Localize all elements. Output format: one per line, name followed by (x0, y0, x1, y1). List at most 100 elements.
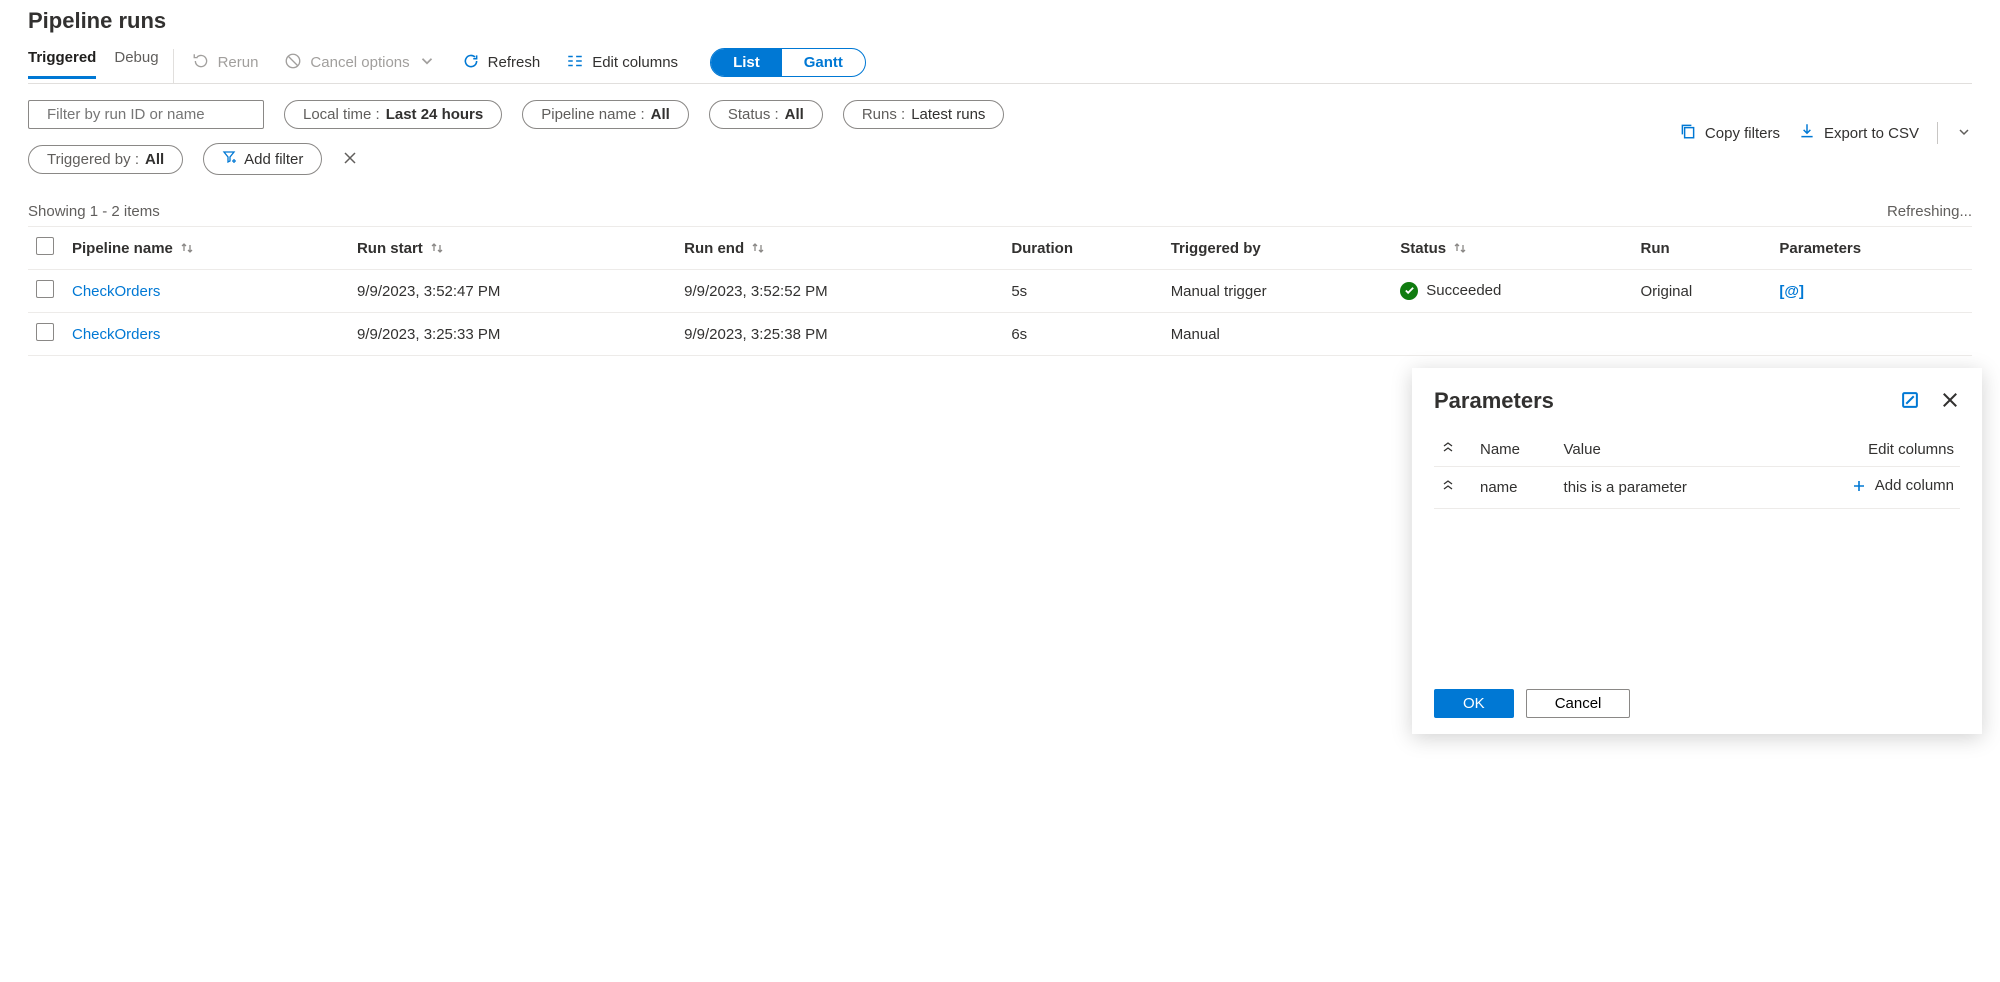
cell-triggeredby: Manual trigger (1163, 270, 1393, 313)
export-label: Export to CSV (1824, 125, 1919, 142)
filter-triggered-by[interactable]: Triggered by : All (28, 145, 183, 174)
pipeline-link[interactable]: CheckOrders (72, 326, 160, 343)
edit-columns-button[interactable]: Edit columns (566, 52, 678, 74)
pipeline-link[interactable]: CheckOrders (72, 283, 160, 300)
col-run-end[interactable]: Run end (676, 227, 1003, 270)
copy-label: Copy filters (1705, 125, 1780, 142)
add-column-button[interactable]: Add column (1851, 477, 1954, 494)
toolbar-label: Edit columns (592, 54, 678, 71)
filter-key: Local time : (303, 106, 380, 123)
popover-title: Parameters (1434, 388, 1554, 414)
tab-triggered[interactable]: Triggered (28, 49, 96, 79)
filter-key: Triggered by : (47, 151, 139, 168)
results-count: Showing 1 - 2 items (28, 203, 160, 220)
filter-value: Latest runs (911, 106, 985, 123)
add-filter-label: Add filter (244, 151, 303, 168)
cell-run: Original (1633, 270, 1772, 313)
refreshing-label: Refreshing... (1887, 203, 1972, 220)
columns-icon (566, 52, 584, 74)
filter-value: Last 24 hours (386, 106, 484, 123)
col-pipeline-name[interactable]: Pipeline name (64, 227, 349, 270)
filter-value: All (785, 106, 804, 123)
refresh-icon (462, 52, 480, 74)
col-status[interactable]: Status (1392, 227, 1632, 270)
export-csv-button[interactable]: Export to CSV (1798, 122, 1919, 144)
col-triggered-by[interactable]: Triggered by (1163, 227, 1393, 270)
view-gantt-option[interactable]: Gantt (782, 49, 865, 76)
cancel-icon (284, 52, 302, 74)
runs-table: Pipeline name Run start Run end Duration… (28, 226, 1972, 356)
filter-input[interactable] (47, 106, 253, 123)
clear-filters-button[interactable] (342, 150, 358, 169)
copy-filters-button[interactable]: Copy filters (1679, 122, 1780, 144)
refresh-button[interactable]: Refresh (462, 52, 541, 74)
add-column-label: Add column (1875, 477, 1954, 494)
cell-duration: 6s (1003, 313, 1162, 356)
param-value: this is a parameter (1558, 467, 1775, 509)
page-title: Pipeline runs (28, 8, 1972, 34)
collapse-all-icon[interactable] (1440, 441, 1456, 458)
table-row: CheckOrders 9/9/2023, 3:52:47 PM 9/9/202… (28, 270, 1972, 313)
parameters-icon[interactable]: [@] (1779, 283, 1804, 300)
ok-button[interactable]: OK (1434, 689, 1514, 718)
funnel-plus-icon (222, 149, 238, 169)
sort-icon (179, 241, 195, 256)
sort-icon (429, 241, 445, 256)
rerun-button: Rerun (192, 52, 259, 74)
col-duration[interactable]: Duration (1003, 227, 1162, 270)
divider (1937, 122, 1938, 144)
sort-icon (1452, 241, 1468, 256)
row-checkbox[interactable] (36, 280, 54, 298)
row-checkbox[interactable] (36, 323, 54, 341)
col-run-start[interactable]: Run start (349, 227, 676, 270)
collapse-icon[interactable] (1440, 479, 1456, 496)
parameters-table: Name Value Edit columns name this is a p… (1434, 432, 1960, 509)
filter-localtime[interactable]: Local time : Last 24 hours (284, 100, 502, 129)
sort-icon (750, 241, 766, 256)
filter-key: Runs : (862, 106, 905, 123)
chevron-down-icon (418, 52, 436, 74)
cell-start: 9/9/2023, 3:25:33 PM (349, 313, 676, 356)
table-row: CheckOrders 9/9/2023, 3:25:33 PM 9/9/202… (28, 313, 1972, 356)
close-icon[interactable] (1940, 390, 1960, 413)
open-external-icon[interactable] (1900, 390, 1920, 413)
param-name: name (1474, 467, 1558, 509)
filter-runs[interactable]: Runs : Latest runs (843, 100, 1005, 129)
cell-run (1633, 313, 1772, 356)
parameters-popover: Parameters Name Value Edit columns name … (1412, 368, 1982, 734)
filter-value: All (651, 106, 670, 123)
copy-icon (1679, 122, 1697, 144)
toolbar-label: Cancel options (310, 54, 409, 71)
filter-key: Pipeline name : (541, 106, 644, 123)
status-label: Succeeded (1426, 282, 1501, 299)
cell-duration: 5s (1003, 270, 1162, 313)
view-list-option[interactable]: List (711, 49, 782, 76)
cell-end: 9/9/2023, 3:25:38 PM (676, 313, 1003, 356)
filter-input-wrap[interactable] (28, 100, 264, 129)
filter-value: All (145, 151, 164, 168)
tab-debug[interactable]: Debug (114, 49, 158, 79)
toolbar-label: Rerun (218, 54, 259, 71)
view-toggle: List Gantt (710, 48, 866, 77)
col-run[interactable]: Run (1633, 227, 1772, 270)
cell-triggeredby: Manual (1163, 313, 1393, 356)
col-parameters[interactable]: Parameters (1771, 227, 1972, 270)
more-chevron-button[interactable] (1956, 124, 1972, 143)
filter-status[interactable]: Status : All (709, 100, 823, 129)
parameter-row: name this is a parameter Add column (1434, 467, 1960, 509)
download-icon (1798, 122, 1816, 144)
col-edit-columns[interactable]: Edit columns (1775, 432, 1960, 467)
rerun-icon (192, 52, 210, 74)
col-value: Value (1558, 432, 1775, 467)
cell-start: 9/9/2023, 3:52:47 PM (349, 270, 676, 313)
cancel-options-button: Cancel options (284, 52, 435, 74)
filter-key: Status : (728, 106, 779, 123)
cell-end: 9/9/2023, 3:52:52 PM (676, 270, 1003, 313)
cancel-button[interactable]: Cancel (1526, 689, 1631, 718)
select-all-checkbox[interactable] (36, 237, 54, 255)
toolbar-label: Refresh (488, 54, 541, 71)
add-filter-button[interactable]: Add filter (203, 143, 322, 175)
success-icon (1400, 282, 1418, 300)
col-name: Name (1474, 432, 1558, 467)
filter-pipeline-name[interactable]: Pipeline name : All (522, 100, 689, 129)
